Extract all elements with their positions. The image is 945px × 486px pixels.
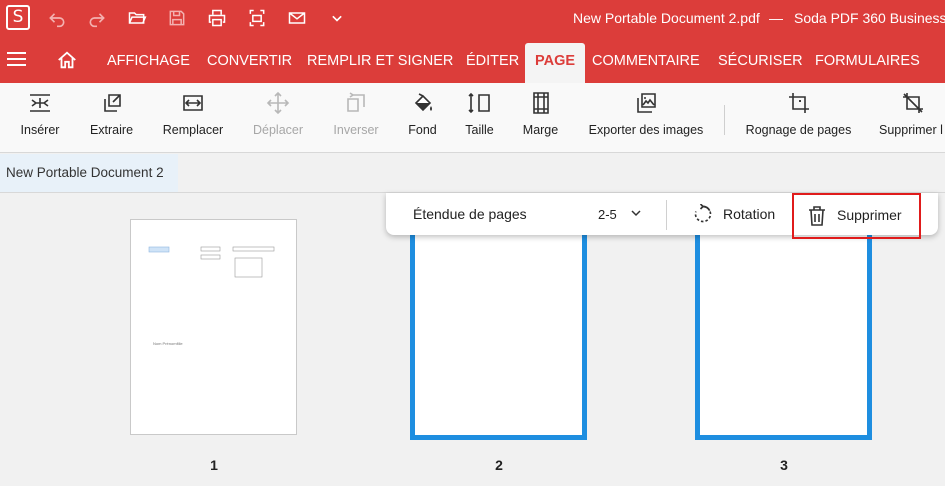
save-icon[interactable] — [164, 5, 190, 31]
page-range-dropdown[interactable]: 2-5 — [598, 207, 617, 222]
move-label: Déplacer — [252, 123, 304, 137]
delete-crop-button[interactable]: Supprimer l — [879, 83, 945, 153]
chevron-down-icon[interactable] — [324, 5, 350, 31]
reverse-pages-icon — [347, 92, 365, 112]
crop-icon — [788, 93, 809, 113]
toolbar-separator — [666, 200, 667, 230]
page-selection-toolbar: Étendue de pages 2-5 Rotation Supprimer — [386, 193, 938, 239]
scan-icon[interactable] — [244, 5, 270, 31]
insert-page-icon — [30, 94, 50, 112]
undo-icon[interactable] — [44, 5, 70, 31]
tab-editer[interactable]: ÉDITER — [466, 35, 519, 83]
export-images-button[interactable]: Exporter des images — [587, 83, 705, 153]
insert-button[interactable]: Insérer — [19, 83, 61, 153]
ribbon-toolbar: Insérer Extraire Remplacer Déplacer Inve… — [0, 83, 945, 153]
tab-convertir[interactable]: CONVERTIR — [207, 35, 292, 83]
crop-pages-label: Rognage de pages — [745, 123, 852, 137]
delete-pages-button[interactable]: Supprimer — [792, 193, 921, 239]
hamburger-menu-icon[interactable] — [7, 52, 26, 66]
product-name: Soda PDF 360 Business — [794, 10, 945, 26]
delete-crop-label: Supprimer l — [879, 123, 943, 137]
page-number-3: 3 — [780, 457, 788, 473]
reverse-label: Inverser — [333, 123, 379, 137]
page-number-1: 1 — [210, 457, 218, 473]
replace-page-icon — [183, 95, 203, 111]
tab-page[interactable]: PAGE — [525, 43, 586, 83]
margin-label: Marge — [522, 123, 559, 137]
size-label: Taille — [465, 123, 494, 137]
move-page-icon — [266, 91, 290, 115]
chevron-down-icon[interactable] — [630, 207, 642, 219]
title-bar: S New Portable Document 2.pdf — Soda PDF… — [0, 0, 945, 35]
delete-crop-icon — [903, 93, 923, 113]
mail-icon[interactable] — [284, 5, 310, 31]
print-icon[interactable] — [204, 5, 230, 31]
size-button[interactable]: Taille — [464, 83, 495, 153]
home-icon[interactable] — [56, 49, 78, 71]
export-images-label: Exporter des images — [588, 123, 704, 137]
extract-button[interactable]: Extraire — [89, 83, 134, 153]
open-folder-icon[interactable] — [124, 5, 150, 31]
tab-remplir-et-signer[interactable]: REMPLIR ET SIGNER — [307, 35, 453, 83]
page-thumbnail-2[interactable] — [410, 235, 587, 440]
background-label: Fond — [408, 123, 437, 137]
tab-securiser[interactable]: SÉCURISER — [718, 35, 803, 83]
extract-page-icon — [103, 94, 121, 112]
page-1-text: Nom Prénomfille — [153, 341, 183, 346]
tab-formulaires[interactable]: FORMULAIRES — [815, 35, 920, 83]
background-button[interactable]: Fond — [408, 83, 437, 153]
title-separator: — — [769, 10, 783, 26]
replace-label: Remplacer — [162, 123, 224, 137]
paint-bucket-icon — [414, 93, 432, 112]
document-tab[interactable]: New Portable Document 2 — [0, 154, 178, 192]
insert-label: Insérer — [20, 123, 60, 137]
rotate-icon[interactable] — [693, 204, 713, 224]
tab-commentaire[interactable]: COMMENTAIRE — [592, 35, 700, 83]
page-range-label: Étendue de pages — [413, 206, 527, 222]
page-1-content — [148, 246, 275, 278]
app-logo[interactable]: S — [6, 5, 30, 30]
page-size-icon — [467, 92, 490, 114]
page-margin-icon — [532, 92, 549, 114]
document-title: New Portable Document 2.pdf — [573, 10, 760, 26]
crop-pages-button[interactable]: Rognage de pages — [746, 83, 851, 153]
tab-affichage[interactable]: AFFICHAGE — [107, 35, 190, 83]
export-images-icon — [637, 93, 656, 113]
reverse-button[interactable]: Inverser — [332, 83, 380, 153]
page-thumbnail-1[interactable]: Nom Prénomfille — [130, 219, 297, 435]
menu-bar: AFFICHAGE CONVERTIR REMPLIR ET SIGNER ÉD… — [0, 35, 945, 83]
rotation-button[interactable]: Rotation — [723, 206, 775, 222]
replace-button[interactable]: Remplacer — [162, 83, 224, 153]
page-number-2: 2 — [495, 457, 503, 473]
move-button[interactable]: Déplacer — [252, 83, 304, 153]
delete-pages-label: Supprimer — [837, 207, 902, 223]
trash-icon — [809, 206, 825, 226]
margin-button[interactable]: Marge — [521, 83, 560, 153]
extract-label: Extraire — [89, 123, 134, 137]
redo-icon[interactable] — [84, 5, 110, 31]
page-thumbnail-3[interactable] — [695, 235, 872, 440]
ribbon-separator — [724, 105, 725, 135]
